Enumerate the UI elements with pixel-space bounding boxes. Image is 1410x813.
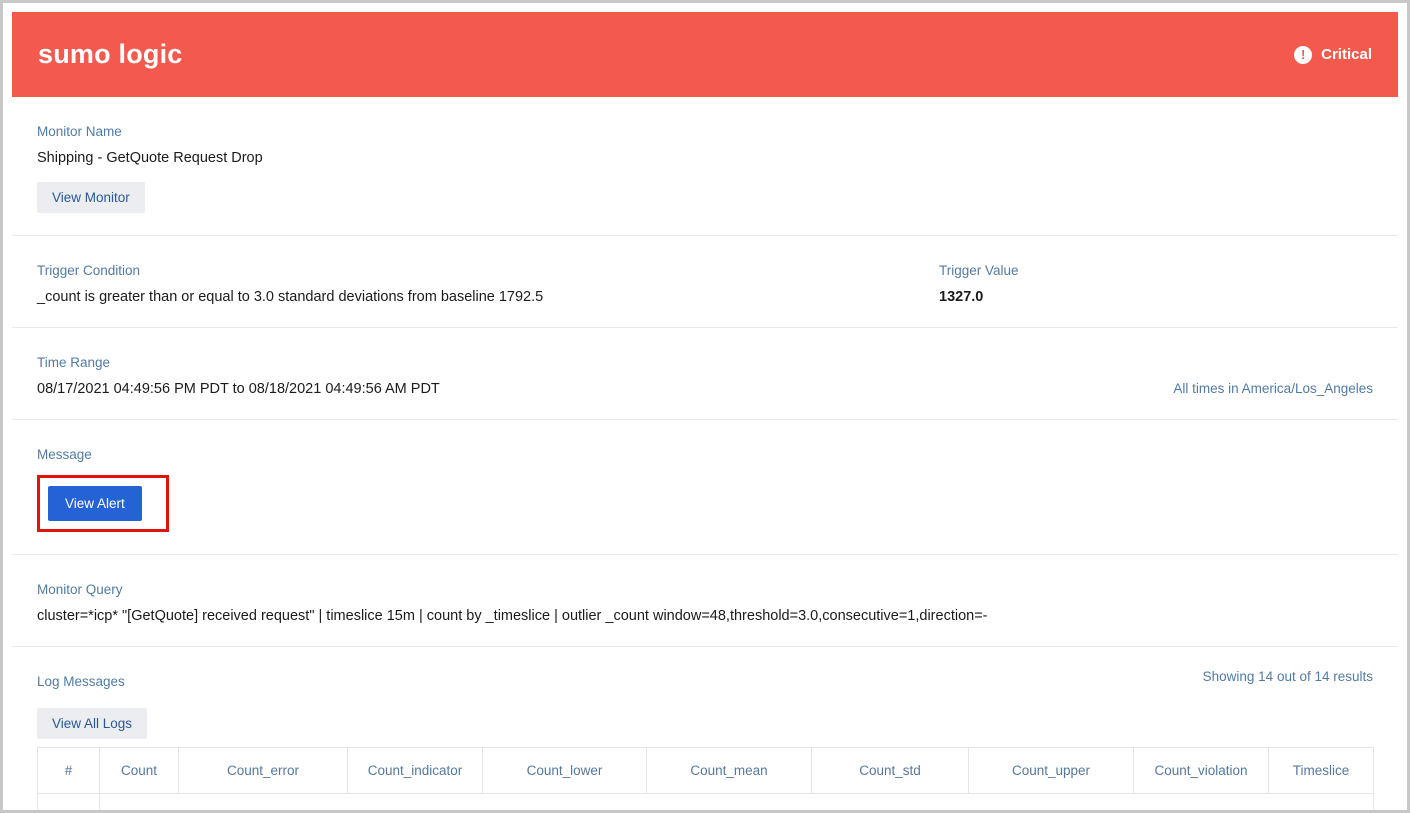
table-cell: 08/17/2021 10:30:00 PM PDT [1268,793,1374,810]
time-range-value: 08/17/2021 04:49:56 PM PDT to 08/18/2021… [37,381,440,397]
monitor-query-section: Monitor Query cluster=*icp* "[GetQuote] … [12,555,1398,646]
table-cell: 1926.31680077708 [968,793,1134,810]
message-section: Message View Alert [12,420,1398,554]
table-cell: 1.0 [1133,793,1269,810]
table-cell: 44.60560025902672 [811,793,969,810]
exclamation-circle-icon: ! [1294,45,1313,64]
sumo-logic-logo: sumo logic [38,39,183,69]
log-table: # Count Count_error Count_indicator Count_lo… [37,747,1374,810]
time-range-label: Time Range [37,355,111,370]
trigger-condition-label: Trigger Condition [37,263,141,278]
status-badge: ! Critical [1294,45,1372,64]
table-cell: 1327 [99,793,179,810]
column-header: Count_violation [1133,747,1269,794]
table-cell: 1792.5 [646,793,812,810]
column-header: Count [99,747,179,794]
column-header: # [37,747,100,794]
table-header-row: # Count Count_error Count_indicator Count_lo… [37,747,1374,794]
column-header: Count_mean [646,747,812,794]
column-header: Timeslice [1268,747,1374,794]
log-messages-section: Log Messages Showing 14 out of 14 result… [12,647,1398,810]
column-header: Count_error [178,747,348,794]
view-all-logs-button[interactable]: View All Logs [37,708,148,739]
time-range-section: Time Range 08/17/2021 04:49:56 PM PDT to… [12,328,1398,419]
table-cell: 1.0 [347,793,483,810]
column-header: Count_lower [482,747,647,794]
trigger-value: 1327.0 [939,289,984,305]
table-cell: 1658.68319922292 [482,793,647,810]
view-alert-button[interactable]: View Alert [48,486,142,521]
timezone-note: All times in America/Los_Angeles [1173,381,1373,396]
monitor-name-value: Shipping - GetQuote Request Drop [37,150,263,166]
monitor-name-section: Monitor Name Shipping - GetQuote Request… [12,97,1398,235]
column-header: Count_std [811,747,969,794]
table-body: 11327-465.51.01658.683199222921792.544.6… [37,793,1374,810]
table-cell: 1 [37,793,100,810]
log-messages-label: Log Messages [37,674,125,689]
table-row: 11327-465.51.01658.683199222921792.544.6… [37,793,1374,810]
trigger-section: Trigger Condition _count is greater than… [12,236,1398,327]
monitor-query-label: Monitor Query [37,582,123,597]
trigger-value-label: Trigger Value [939,263,1019,278]
results-summary: Showing 14 out of 14 results [1202,669,1373,684]
status-label: Critical [1321,46,1372,63]
monitor-name-label: Monitor Name [37,124,122,139]
header-banner: sumo logic ! Critical [12,12,1398,97]
column-header: Count_indicator [347,747,483,794]
highlight-annotation-box: View Alert [37,475,169,532]
table-cell: -465.5 [178,793,348,810]
monitor-query-value: cluster=*icp* "[GetQuote] received reque… [37,608,988,624]
trigger-condition-value: _count is greater than or equal to 3.0 s… [37,289,544,305]
column-header: Count_upper [968,747,1134,794]
alert-notification-page: sumo logic ! Critical Monitor Name Shipp… [0,0,1410,813]
view-monitor-button[interactable]: View Monitor [37,182,145,213]
message-label: Message [37,447,92,462]
